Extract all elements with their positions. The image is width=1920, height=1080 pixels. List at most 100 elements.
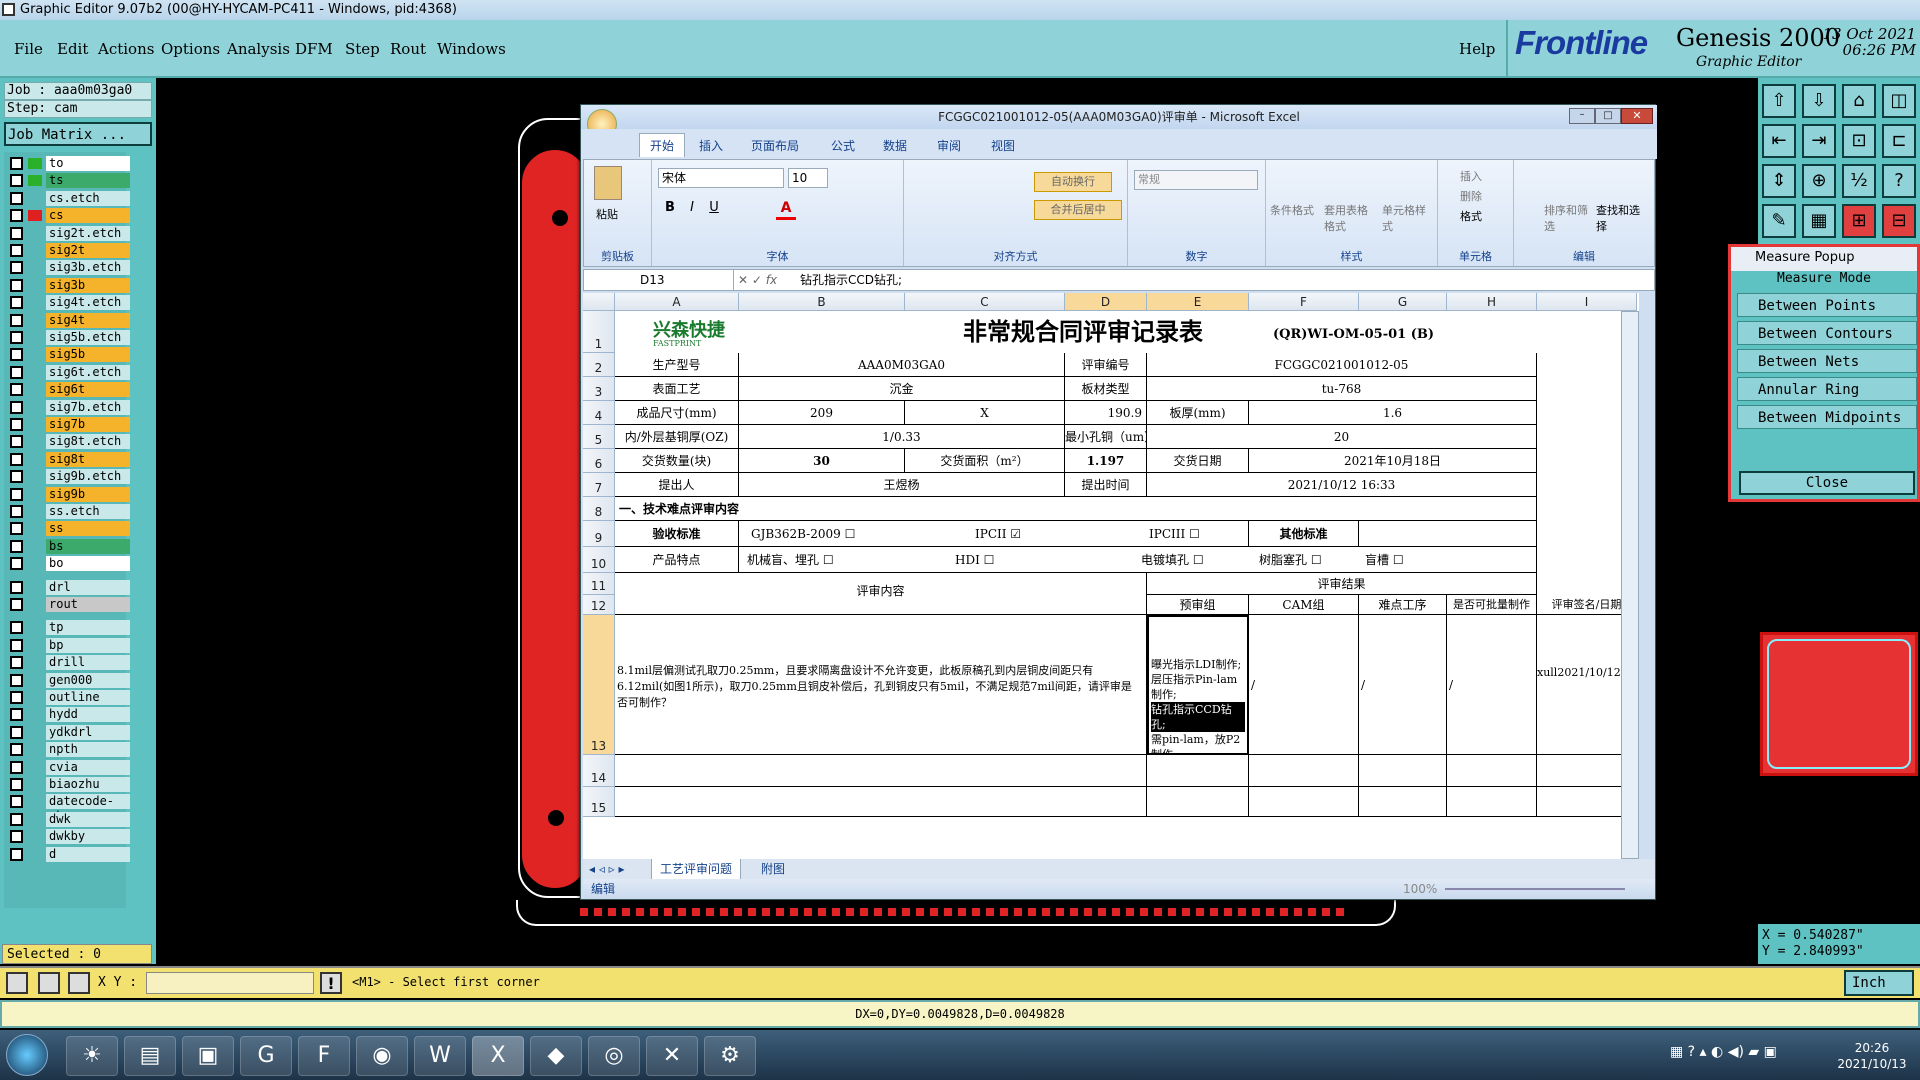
select-all-corner[interactable] bbox=[583, 293, 615, 311]
close-button[interactable]: ✕ bbox=[1621, 108, 1653, 124]
layer-checkbox[interactable] bbox=[10, 261, 23, 275]
column-header[interactable]: I bbox=[1537, 293, 1637, 311]
layer-row[interactable]: gen000 bbox=[8, 672, 130, 688]
row-header[interactable]: 11 bbox=[583, 573, 615, 595]
layer-checkbox[interactable] bbox=[10, 400, 23, 414]
menu-options[interactable]: Options bbox=[161, 40, 220, 58]
layer-checkbox[interactable] bbox=[10, 621, 23, 635]
empty-cell[interactable] bbox=[615, 787, 1147, 817]
layer-row[interactable]: to bbox=[8, 156, 130, 171]
menu-step[interactable]: Step bbox=[345, 40, 380, 58]
layer-row[interactable]: sig5b bbox=[8, 347, 130, 363]
tab-formulas[interactable]: 公式 bbox=[831, 137, 855, 154]
wrap-text-button[interactable]: 自动换行 bbox=[1034, 172, 1112, 192]
zoom-icon[interactable] bbox=[6, 972, 28, 994]
column-header[interactable]: B bbox=[739, 293, 905, 311]
split-icon[interactable]: ◫ bbox=[1882, 84, 1916, 118]
font-color-icon[interactable]: A bbox=[776, 200, 796, 220]
layer-row[interactable]: sig9b.etch bbox=[8, 469, 130, 485]
label-copper[interactable]: 内/外层基铜厚(OZ) bbox=[615, 425, 739, 449]
layer-checkbox[interactable] bbox=[10, 760, 23, 774]
layer-row[interactable]: d bbox=[8, 846, 130, 862]
help-icon[interactable]: ? bbox=[1882, 164, 1916, 198]
layer-checkbox[interactable] bbox=[10, 383, 23, 397]
layer-row[interactable]: sig2t bbox=[8, 243, 130, 258]
measure-icon[interactable] bbox=[38, 972, 60, 994]
menu-rout[interactable]: Rout bbox=[390, 40, 426, 58]
row-header[interactable]: 9 bbox=[583, 521, 615, 547]
label-proposer[interactable]: 提出人 bbox=[615, 473, 739, 497]
grid-icon[interactable] bbox=[68, 972, 90, 994]
font-size-select[interactable]: 10 bbox=[788, 168, 828, 188]
between-points-option[interactable]: Between Points bbox=[1737, 293, 1917, 317]
layer-row[interactable]: sig5b.etch bbox=[8, 330, 130, 345]
layer-checkbox[interactable] bbox=[10, 226, 23, 240]
layer-row[interactable]: hydd bbox=[8, 707, 130, 723]
snap-icon[interactable]: ⊟ bbox=[1882, 204, 1916, 238]
column-header[interactable]: C bbox=[905, 293, 1065, 311]
label-delivery[interactable]: 交货日期 bbox=[1147, 449, 1249, 473]
option-resin-plug[interactable]: 树脂塞孔 ☐ bbox=[1249, 547, 1359, 573]
label-pre-review[interactable]: 预审组 bbox=[1147, 595, 1249, 615]
board-thumbnail[interactable] bbox=[1760, 632, 1918, 776]
layer-checkbox[interactable] bbox=[10, 505, 23, 518]
layer-row[interactable]: ss.etch bbox=[8, 504, 130, 519]
empty-cell[interactable] bbox=[615, 755, 1147, 787]
layer-row[interactable]: dwkby bbox=[8, 829, 130, 845]
taskbar-notepad-icon[interactable]: ▤ bbox=[124, 1036, 176, 1076]
layer-checkbox[interactable] bbox=[10, 296, 23, 310]
label-surface[interactable]: 表面工艺 bbox=[615, 377, 739, 401]
layer-checkbox[interactable] bbox=[10, 557, 23, 571]
italic-button[interactable]: I bbox=[682, 200, 702, 220]
cam-result[interactable]: / bbox=[1249, 615, 1359, 755]
layer-row[interactable]: ss bbox=[8, 521, 130, 537]
layer-checkbox[interactable] bbox=[10, 452, 23, 466]
taskbar-save-icon[interactable]: ▣ bbox=[182, 1036, 234, 1076]
empty-cell[interactable] bbox=[1447, 755, 1537, 787]
tab-review[interactable]: 审阅 bbox=[937, 137, 961, 154]
row-header[interactable]: 8 bbox=[583, 497, 615, 521]
label-proposed-time[interactable]: 提出时间 bbox=[1065, 473, 1147, 497]
format-as-table-button[interactable]: 套用表格格式 bbox=[1324, 202, 1374, 234]
number-format-select[interactable]: 常规 bbox=[1134, 170, 1258, 190]
column-header[interactable]: G bbox=[1359, 293, 1447, 311]
merge-center-button[interactable]: 合并后居中 bbox=[1034, 200, 1122, 220]
layer-row[interactable]: drill bbox=[8, 655, 130, 671]
layer-checkbox[interactable] bbox=[10, 313, 23, 327]
layer-row[interactable]: cs bbox=[8, 208, 130, 224]
layer-row[interactable]: sig6t bbox=[8, 382, 130, 398]
center-icon[interactable]: ⊕ bbox=[1802, 164, 1836, 198]
column-header[interactable]: E bbox=[1147, 293, 1249, 311]
value-thickness[interactable]: 1.6 bbox=[1249, 401, 1537, 425]
minimize-button[interactable]: – bbox=[1569, 108, 1595, 124]
home-icon[interactable]: ⇧ bbox=[1762, 84, 1796, 118]
zoom-slider[interactable] bbox=[1445, 888, 1625, 890]
layer-checkbox[interactable] bbox=[10, 691, 23, 704]
value-size-w[interactable]: 209 bbox=[739, 401, 905, 425]
tab-data[interactable]: 数据 bbox=[883, 137, 907, 154]
menu-dfm[interactable]: DFM bbox=[295, 40, 333, 58]
layer-row[interactable]: rout bbox=[8, 597, 130, 612]
value-proposer[interactable]: 王煜杨 bbox=[739, 473, 1065, 497]
half-icon[interactable]: ⊏ bbox=[1882, 124, 1916, 158]
layer-checkbox[interactable] bbox=[10, 580, 23, 594]
layer-checkbox[interactable] bbox=[10, 778, 23, 791]
option-gjb[interactable]: GJB362B-2009 ☐ bbox=[739, 521, 905, 547]
font-name-select[interactable]: 宋体 bbox=[658, 168, 784, 188]
tab-home[interactable]: 开始 bbox=[639, 133, 686, 157]
paste-label[interactable]: 粘贴 bbox=[596, 206, 618, 222]
value-copper[interactable]: 1/0.33 bbox=[739, 425, 1065, 449]
taskbar-genesis-icon[interactable]: ✕ bbox=[646, 1036, 698, 1076]
row-header[interactable]: 3 bbox=[583, 377, 615, 401]
label-size[interactable]: 成品尺寸(mm) bbox=[615, 401, 739, 425]
layer-checkbox[interactable] bbox=[10, 157, 23, 170]
popup-close-button[interactable]: Close bbox=[1739, 471, 1915, 495]
layer-row[interactable]: biaozhu bbox=[8, 777, 130, 792]
grid-icon[interactable]: ▦ bbox=[1802, 204, 1836, 238]
sheet-tab-process[interactable]: 工艺评审问题 bbox=[651, 859, 742, 880]
label-review-content[interactable]: 评审内容 bbox=[615, 573, 1147, 615]
value-size-h[interactable]: 190.9 bbox=[1065, 401, 1147, 425]
formula-input[interactable]: 钻孔指示CCD钻孔; bbox=[800, 270, 902, 290]
layer-checkbox[interactable] bbox=[10, 795, 23, 809]
layer-checkbox[interactable] bbox=[10, 638, 23, 652]
